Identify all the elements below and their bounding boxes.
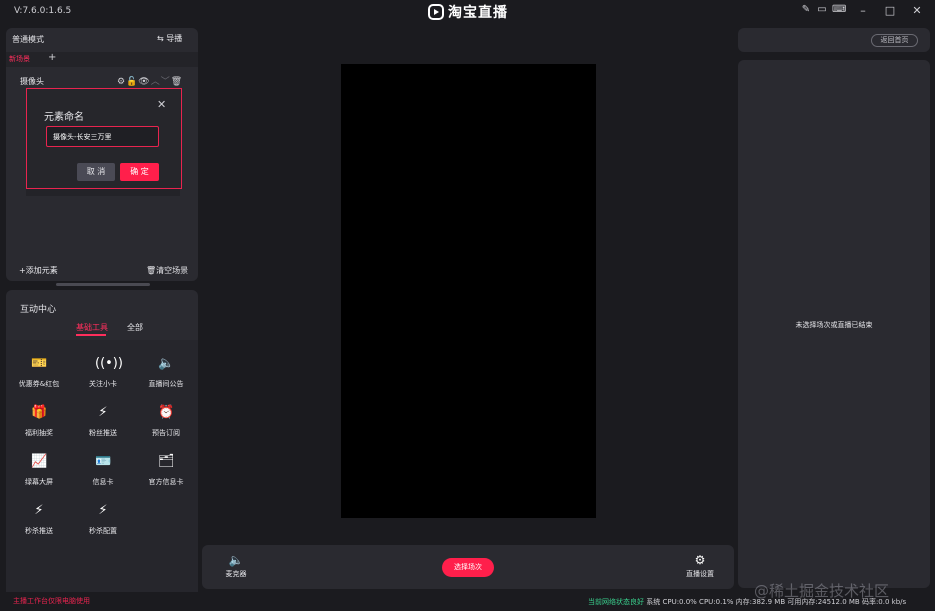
tab-all[interactable]: 全部 bbox=[127, 322, 143, 333]
close-window-button[interactable]: ✕ bbox=[908, 3, 926, 19]
element-name-input[interactable] bbox=[46, 126, 159, 147]
scene-tabs-bar bbox=[6, 52, 198, 67]
tool-info-card[interactable]: 🪪 信息卡 bbox=[71, 454, 135, 498]
chevron-up-icon[interactable]: ︿ bbox=[151, 77, 161, 87]
panel-resize-handle[interactable] bbox=[56, 283, 150, 286]
alarm-icon: ⏰ bbox=[158, 405, 175, 420]
trash-icon[interactable]: 🗑 bbox=[171, 77, 183, 87]
official-card-icon: 🗂 bbox=[158, 454, 175, 469]
tool-fan-push[interactable]: ⚡ 粉丝推送 bbox=[71, 405, 135, 449]
network-status: 当前网络状态良好 bbox=[588, 598, 644, 606]
tool-coupon[interactable]: 🎫 优惠券&红包 bbox=[7, 356, 71, 400]
live-preview-canvas[interactable] bbox=[341, 64, 596, 518]
element-actions: ⚙🔓👁︿﹀🗑 bbox=[117, 74, 183, 87]
chart-icon: 📈 bbox=[31, 454, 48, 469]
tab-new-scene[interactable]: 新场景 bbox=[9, 54, 30, 64]
bolt-card-icon: ⚡ bbox=[98, 405, 108, 420]
element-camera-label[interactable]: 摄像头 bbox=[20, 76, 44, 87]
coupon-icon: 🎫 bbox=[31, 356, 48, 371]
edit-icon[interactable]: ✎ bbox=[800, 4, 812, 16]
add-element-button[interactable]: +添加元素 bbox=[19, 265, 58, 276]
maximize-button[interactable]: □ bbox=[881, 3, 899, 19]
confirm-button[interactable]: 确 定 bbox=[120, 163, 159, 181]
eye-icon[interactable]: 👁 bbox=[138, 77, 150, 87]
live-settings-button[interactable]: ⚙ 直播设置 bbox=[682, 553, 718, 579]
id-card-icon: 🪪 bbox=[95, 454, 112, 469]
footer-warning: 主播工作台仅限电脑使用 bbox=[13, 597, 90, 605]
select-session-button[interactable]: 选择场次 bbox=[442, 558, 494, 577]
taobao-live-logo-icon bbox=[428, 4, 444, 20]
tool-official-info-card[interactable]: 🗂 官方信息卡 bbox=[134, 454, 198, 498]
minimize-button[interactable]: – bbox=[854, 3, 872, 19]
tool-preview-subscribe[interactable]: ⏰ 预告订阅 bbox=[134, 405, 198, 449]
watermark: @稀土掘金技术社区 bbox=[754, 582, 890, 600]
tab-basic-tools[interactable]: 基础工具 bbox=[76, 322, 108, 333]
gift-icon: 🎁 bbox=[31, 405, 48, 420]
tool-follow-card[interactable]: ((•)) 关注小卡 bbox=[71, 356, 135, 400]
flash-push-icon: ⚡ bbox=[34, 503, 44, 518]
tool-green-screen[interactable]: 📈 绿幕大屏 bbox=[7, 454, 71, 498]
mode-label[interactable]: 普通模式 bbox=[12, 34, 44, 45]
tool-lottery[interactable]: 🎁 福利抽奖 bbox=[7, 405, 71, 449]
lock-icon[interactable]: 🔓 bbox=[126, 77, 138, 87]
keyboard-icon[interactable]: ⌨ bbox=[832, 4, 846, 16]
chevron-down-icon[interactable]: ﹀ bbox=[161, 77, 171, 87]
message-icon[interactable]: ▭ bbox=[816, 4, 828, 16]
gear-icon: ⚙ bbox=[694, 553, 706, 567]
brand-title: 淘宝直播 bbox=[448, 5, 508, 21]
empty-state-message: 未选择场次或直播已结束 bbox=[795, 321, 873, 329]
version-label: V:7.6.0:1.6.5 bbox=[14, 6, 72, 16]
clear-scene-button[interactable]: 🗑清空场景 bbox=[146, 265, 188, 276]
settings-icon[interactable]: ⚙ bbox=[117, 77, 126, 87]
interaction-title: 互动中心 bbox=[20, 305, 57, 315]
active-tab-indicator bbox=[76, 334, 106, 336]
tool-announcement[interactable]: 🔈 直播间公告 bbox=[134, 356, 198, 400]
brand-logo-area: 淘宝直播 bbox=[428, 2, 508, 22]
tool-flash-sale-config[interactable]: ⚡ 秒杀配置 bbox=[71, 503, 135, 547]
flash-config-icon: ⚡ bbox=[98, 503, 108, 518]
speaker-volume-icon: 🔈 bbox=[228, 553, 244, 567]
speaker-icon: 🔈 bbox=[158, 356, 175, 371]
tool-flash-sale-push[interactable]: ⚡ 秒杀推送 bbox=[7, 503, 71, 547]
close-icon[interactable]: ✕ bbox=[157, 98, 166, 111]
dialog-title: 元素命名 bbox=[44, 112, 84, 123]
add-scene-button[interactable]: + bbox=[48, 52, 56, 63]
cancel-button[interactable]: 取 消 bbox=[77, 163, 115, 181]
return-home-button[interactable]: 返回首页 bbox=[871, 34, 918, 47]
broadcast-icon: ((•)) bbox=[95, 356, 123, 371]
guide-button[interactable]: ⇆ 导播 bbox=[157, 33, 182, 44]
microphone-button[interactable]: 🔈 麦克器 bbox=[222, 553, 250, 579]
